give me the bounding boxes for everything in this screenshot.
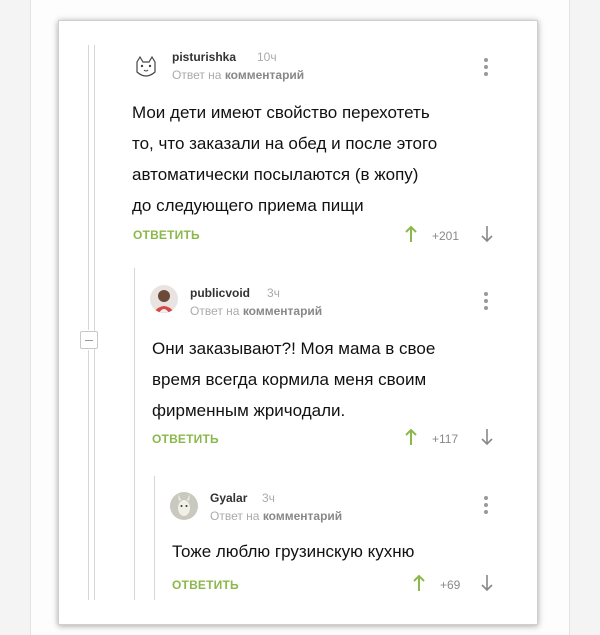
comment-text: Тоже люблю грузинскую кухню xyxy=(172,536,414,567)
comment-time: 3ч xyxy=(262,491,275,505)
comment-text-line: Они заказывают?! Моя мама в свое xyxy=(152,339,436,358)
downvote-icon[interactable] xyxy=(480,428,494,446)
person-avatar-icon[interactable] xyxy=(150,285,178,313)
thread-line[interactable] xyxy=(88,350,89,600)
comment-text-line: Мои дети имеют свойство перехотеть xyxy=(132,103,430,122)
thread-line[interactable] xyxy=(154,476,155,600)
comment-text: Мои дети имеют свойство перехотеть то, ч… xyxy=(132,97,437,221)
reply-target-link[interactable]: комментарий xyxy=(243,304,322,318)
reply-prefix: Ответ на xyxy=(190,304,240,318)
reply-meta: Ответ на комментарий xyxy=(190,304,322,318)
comment-time: 3ч xyxy=(267,286,280,300)
reply-button[interactable]: ОТВЕТИТЬ xyxy=(133,228,200,242)
comment-username[interactable]: pisturishka xyxy=(172,50,236,64)
thread-line[interactable] xyxy=(88,45,89,330)
cat-avatar-icon[interactable] xyxy=(132,54,160,82)
reply-button[interactable]: ОТВЕТИТЬ xyxy=(172,578,239,592)
comment-text-line: Тоже люблю грузинскую кухню xyxy=(172,542,415,561)
rating-count: +69 xyxy=(440,578,461,592)
comment-username[interactable]: Gyalar xyxy=(210,491,247,505)
upvote-icon[interactable] xyxy=(412,574,426,592)
reply-meta: Ответ на комментарий xyxy=(172,68,304,82)
reply-prefix: Ответ на xyxy=(210,509,260,523)
upvote-icon[interactable] xyxy=(404,428,418,446)
collapse-thread-button[interactable] xyxy=(80,331,98,349)
downvote-icon[interactable] xyxy=(480,225,494,243)
comment-text-line: автоматически посылаются (в жопу) xyxy=(132,165,419,184)
rating-count: +201 xyxy=(432,229,460,243)
comment-time: 10ч xyxy=(257,50,277,64)
rating-count: +117 xyxy=(432,432,459,446)
reply-target-link[interactable]: комментарий xyxy=(225,68,304,82)
more-options-icon[interactable] xyxy=(484,58,488,76)
more-options-icon[interactable] xyxy=(484,292,488,310)
reply-meta: Ответ на комментарий xyxy=(210,509,342,523)
llama-avatar-icon[interactable] xyxy=(170,492,198,520)
comment-text-line: фирменным жричодали. xyxy=(152,401,346,420)
reply-prefix: Ответ на xyxy=(172,68,222,82)
comment-text: Они заказывают?! Моя мама в свое время в… xyxy=(152,333,435,426)
thread-line[interactable] xyxy=(134,268,135,600)
comment-text-line: то, что заказали на обед и после этого xyxy=(132,134,438,153)
reply-button[interactable]: ОТВЕТИТЬ xyxy=(152,432,219,446)
comment-text-line: время всегда кормила меня своим xyxy=(152,370,427,389)
downvote-icon[interactable] xyxy=(480,574,494,592)
comment-text-line: до следующего приема пищи xyxy=(132,196,364,215)
upvote-icon[interactable] xyxy=(404,225,418,243)
reply-target-link[interactable]: комментарий xyxy=(263,509,342,523)
thread-line[interactable] xyxy=(94,45,95,600)
more-options-icon[interactable] xyxy=(484,496,488,514)
comment-username[interactable]: publicvoid xyxy=(190,286,250,300)
